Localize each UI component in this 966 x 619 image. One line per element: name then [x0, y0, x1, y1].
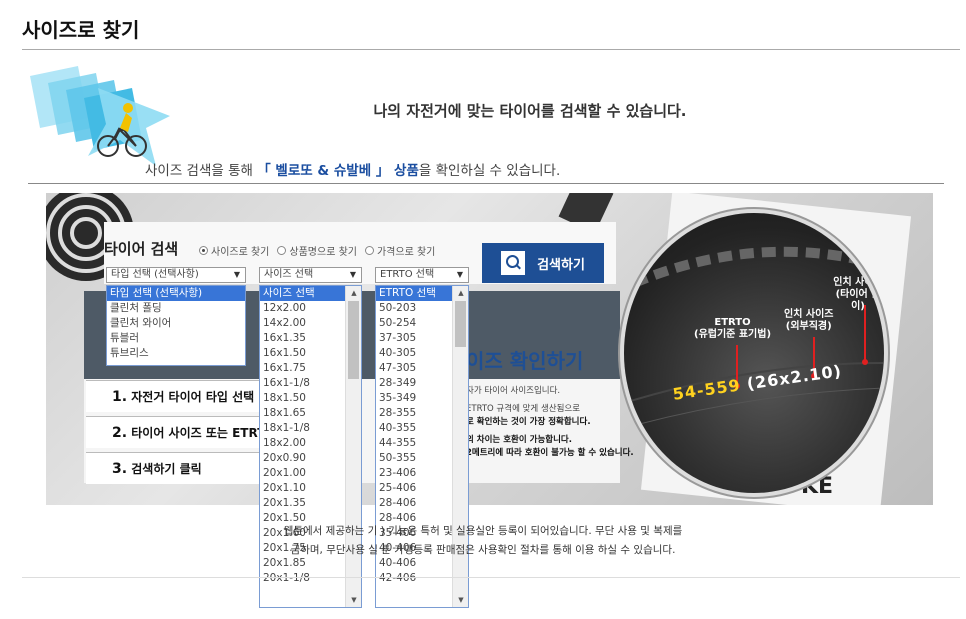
size-option[interactable]: 18x1.50 [260, 391, 345, 406]
etrto-option[interactable]: 40-305 [376, 346, 452, 361]
scroll-thumb[interactable] [455, 301, 466, 347]
step-2-label-a: 타이어 사이즈 [131, 426, 202, 440]
size-option[interactable]: 14x2.00 [260, 316, 345, 331]
etrto-option[interactable]: 35-349 [376, 391, 452, 406]
label-inch-diameter: 인치 사이즈 (외부직경) [784, 309, 834, 332]
pointer-line-width [864, 305, 866, 361]
tire-search-title: 타이어 검색 [104, 240, 179, 258]
size-check-notes: 자가 타이어 사이즈입니다. ETRTO 규격에 맞게 생산됨으로 로 확인하는… [466, 386, 634, 458]
footer-divider [22, 577, 960, 578]
scroll-down-icon[interactable]: ▼ [453, 593, 468, 607]
step-1-label: 자전거 타이어 타입 선택 [131, 390, 255, 404]
radio-price[interactable]: 가격으로 찾기 [364, 243, 435, 258]
type-options-list[interactable]: 타입 선택 (선택사항) 클린처 폴딩 클린처 와이어 튜블러 튜브리스 [106, 285, 246, 366]
etrto-option[interactable]: 23-406 [376, 466, 452, 481]
size-option[interactable]: 18x1.65 [260, 406, 345, 421]
size-option[interactable]: 12x2.00 [260, 301, 345, 316]
radio-product-name[interactable]: 상품명으로 찾기 [277, 243, 357, 258]
type-option[interactable]: 타입 선택 (선택사항) [107, 286, 245, 301]
size-option[interactable]: 20x1.10 [260, 481, 345, 496]
size-select[interactable]: 사이즈 선택 ▼ [259, 267, 362, 283]
size-option[interactable]: 20x0.90 [260, 451, 345, 466]
etrto-option[interactable]: 40-355 [376, 421, 452, 436]
tire-tread [624, 246, 884, 429]
radio-dot[interactable] [277, 246, 287, 255]
page-title: 사이즈로 찾기 [22, 18, 140, 42]
hero-sub-suffix: 을 확인하실 수 있습니다. [418, 163, 561, 179]
etrto-option[interactable]: 28-406 [376, 496, 452, 511]
hero-divider [28, 183, 944, 184]
hero-main-text: 나의 자전거에 맞는 타이어를 검색할 수 있습니다. [373, 102, 687, 120]
size-option[interactable]: 20x1-1/8 [260, 571, 345, 586]
footer-notice: 웹툰에서 제공하는 기 ) 기능은 특허 및 실용실안 등록이 되어있습니다. … [283, 525, 683, 556]
hero-sub-prefix: 사이즈 검색을 통해 [145, 163, 258, 179]
step-2-label-b: 또는 ETRT [201, 426, 266, 440]
size-check-headline: 이즈 확인하기 [466, 349, 584, 373]
size-option[interactable]: 16x1.50 [260, 346, 345, 361]
search-button-label: 검색하기 [537, 257, 585, 273]
size-option[interactable]: 16x1-1/8 [260, 376, 345, 391]
type-option[interactable]: 클린처 폴딩 [107, 301, 245, 316]
tire-magnifier: ETRTO (유럽기준 표기법) 인치 사이즈 (외부직경) 인치 사이즈 (타… [624, 213, 884, 493]
chevron-down-icon: ▼ [349, 270, 356, 279]
etrto-option[interactable]: 25-406 [376, 481, 452, 496]
size-option[interactable]: 사이즈 선택 [260, 286, 345, 301]
size-option[interactable]: 20x1.00 [260, 466, 345, 481]
etrto-option[interactable]: 28-349 [376, 376, 452, 391]
search-button[interactable]: 검색하기 [482, 243, 604, 283]
chevron-down-icon: ▼ [233, 270, 240, 279]
page-root: 사이즈로 찾기 나의 자전거에 맞는 타이어를 검색할 수 있습니다. 사이즈 … [0, 0, 966, 619]
radio-dot-checked[interactable] [199, 246, 208, 255]
scroll-up-icon[interactable]: ▲ [453, 286, 468, 300]
search-icon [501, 251, 526, 275]
etrto-option[interactable]: ETRTO 선택 [376, 286, 452, 301]
etrto-option[interactable]: 28-355 [376, 406, 452, 421]
etrto-option[interactable]: 42-406 [376, 571, 452, 586]
hero-sub-highlight: 「 벨로또 & 슈발베 」 상품 [257, 163, 419, 179]
chevron-down-icon: ▼ [456, 270, 463, 279]
etrto-option[interactable]: 47-305 [376, 361, 452, 376]
scroll-down-icon[interactable]: ▼ [346, 593, 361, 607]
hero-sub-text: 사이즈 검색을 통해 「 벨로또 & 슈발베 」 상품을 확인하실 수 있습니다… [145, 159, 560, 179]
step-3-label: 검색하기 클릭 [131, 462, 202, 476]
radio-dot[interactable] [364, 246, 374, 255]
search-mode-radios: 사이즈로 찾기 상품명으로 찾기 가격으로 찾기 [199, 243, 435, 258]
radio-size[interactable]: 사이즈로 찾기 [199, 243, 269, 258]
etrto-option[interactable]: 44-355 [376, 436, 452, 451]
label-inch-width: 인치 사이즈 (타이어 넓이) [833, 277, 883, 312]
etrto-option[interactable]: 50-254 [376, 316, 452, 331]
size-option[interactable]: 18x2.00 [260, 436, 345, 451]
title-divider [22, 49, 960, 50]
size-option[interactable]: 16x1.75 [260, 361, 345, 376]
label-etrto: ETRTO (유럽기준 표기법) [694, 317, 772, 340]
scroll-up-icon[interactable]: ▲ [346, 286, 361, 300]
size-option[interactable]: 18x1-1/8 [260, 421, 345, 436]
size-option[interactable]: 16x1.35 [260, 331, 345, 346]
scroll-thumb[interactable] [348, 301, 359, 379]
size-option[interactable]: 20x1.35 [260, 496, 345, 511]
type-option[interactable]: 튜브리스 [107, 346, 245, 361]
type-option[interactable]: 클린처 와이어 [107, 316, 245, 331]
type-select[interactable]: 타입 선택 (선택사항) ▼ [106, 267, 246, 283]
pointer-dot-width [862, 359, 868, 365]
etrto-option[interactable]: 50-355 [376, 451, 452, 466]
etrto-option[interactable]: 37-305 [376, 331, 452, 346]
etrto-select[interactable]: ETRTO 선택 ▼ [375, 267, 469, 283]
type-option[interactable]: 튜블러 [107, 331, 245, 346]
etrto-option[interactable]: 50-203 [376, 301, 452, 316]
